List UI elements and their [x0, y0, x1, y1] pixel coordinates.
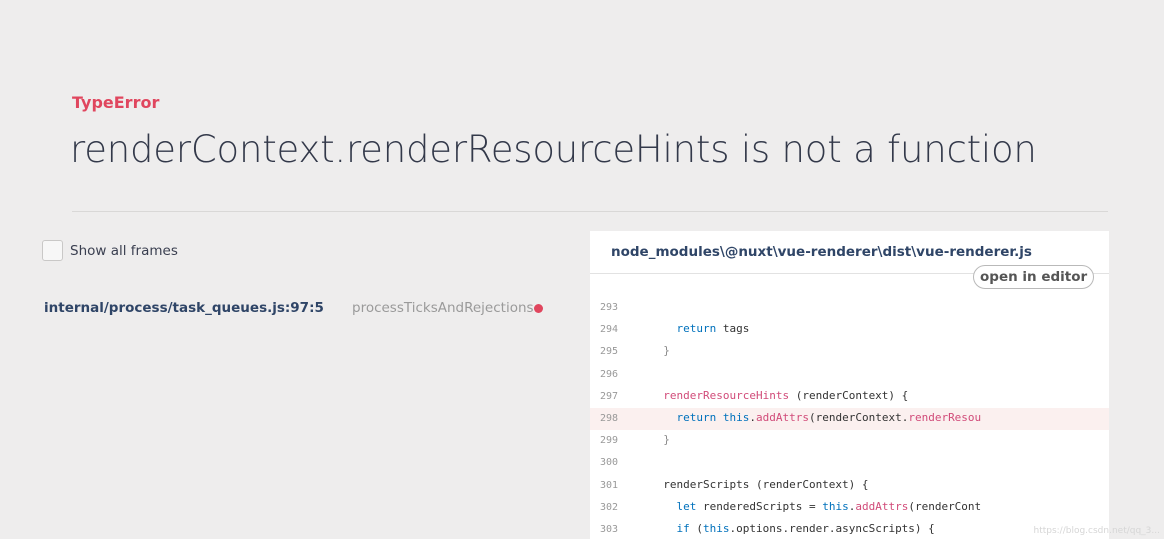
line-number: 296 [600, 368, 619, 380]
watermark: https://blog.csdn.net/qq_3... [1033, 526, 1160, 536]
show-all-frames-checkbox[interactable] [42, 240, 63, 261]
error-message: renderContext.renderResourceHints is not… [70, 128, 1037, 171]
line-number: 300 [600, 457, 619, 469]
code-panel: node_modules\@nuxt\vue-renderer\dist\vue… [590, 231, 1109, 539]
open-in-editor-button[interactable]: open in editor [973, 265, 1095, 289]
line-number: 293 [600, 302, 619, 313]
code-filename: node_modules\@nuxt\vue-renderer\dist\vue… [611, 244, 1032, 260]
line-number: 294 [600, 324, 619, 336]
code-line: 295 } [590, 341, 1109, 363]
error-page: TypeError renderContext.renderResourceHi… [0, 0, 1164, 539]
error-type: TypeError [72, 93, 160, 112]
code-line: 299 } [590, 430, 1109, 452]
code-line: 297 renderResourceHints (renderContext) … [590, 386, 1109, 408]
line-code: } [650, 344, 670, 358]
frame-file: internal/process/task_queues.js:97:5 [44, 300, 324, 316]
code-line: 294 return tags [590, 319, 1109, 341]
line-number: 302 [600, 501, 619, 513]
stack-frame[interactable]: internal/process/task_queues.js:97:5 pro… [44, 298, 549, 320]
line-code: if (this.options.render.asyncScripts) { [676, 521, 935, 535]
line-number: 301 [600, 479, 619, 491]
divider [72, 211, 1108, 212]
code-line: 293 [590, 297, 1109, 319]
frame-function: processTicksAndRejections [352, 300, 534, 316]
show-all-frames-label: Show all frames [70, 242, 178, 259]
line-number: 303 [600, 523, 619, 535]
line-number: 295 [600, 346, 619, 358]
line-number: 298 [600, 412, 619, 424]
code-line: 301 renderScripts (renderContext) { [590, 475, 1109, 497]
line-code: let renderedScripts = this.addAttrs(rend… [676, 499, 982, 513]
line-number: 299 [600, 435, 619, 447]
code-lines: 293 294 return tags 295 } 296 297 renderReso… [590, 297, 1109, 539]
code-line: 300 [590, 452, 1109, 474]
code-line: 298 return this.addAttrs(renderContext.r… [590, 407, 1109, 431]
line-code: renderScripts (renderContext) { [650, 477, 869, 491]
line-code: return this.addAttrs(renderContext.rende… [676, 410, 982, 424]
code-line: 303 if (this.options.render.asyncScripts… [590, 519, 1109, 539]
line-code: return tags [676, 322, 750, 336]
code-line: 296 [590, 364, 1109, 386]
line-code: renderResourceHints (renderContext) { [663, 388, 909, 402]
line-number: 297 [600, 390, 619, 402]
code-line: 302 let renderedScripts = this.addAttrs(… [590, 497, 1109, 519]
line-code: } [650, 433, 670, 447]
show-all-frames-toggle[interactable]: Show all frames [42, 240, 178, 261]
active-frame-dot-icon [534, 304, 543, 313]
